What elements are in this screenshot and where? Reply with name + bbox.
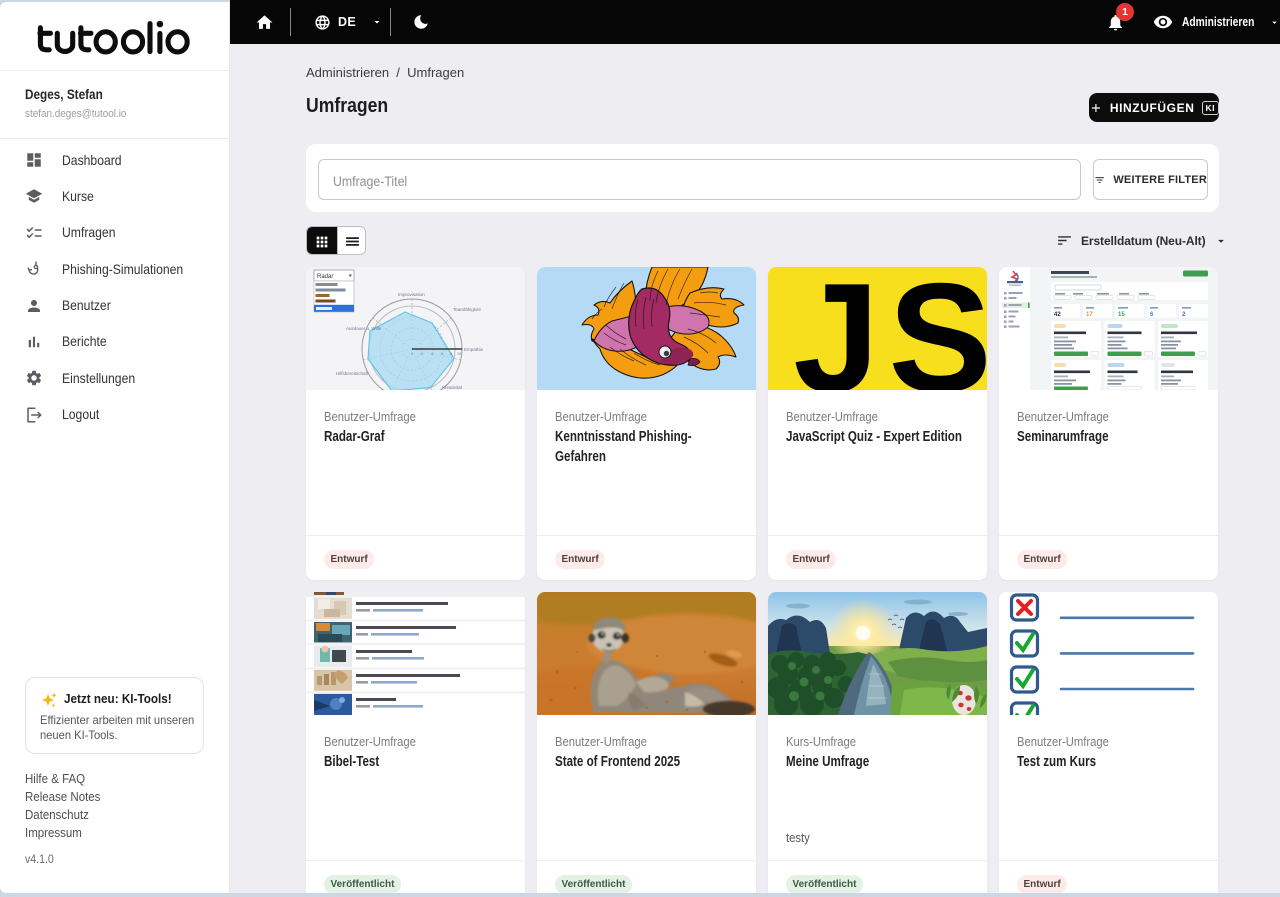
svg-text:4: 4 xyxy=(431,352,433,356)
svg-text:Radar: Radar xyxy=(317,274,333,280)
svg-text:8: 8 xyxy=(450,352,452,356)
svg-text:15: 15 xyxy=(1118,312,1125,318)
svg-text:17: 17 xyxy=(1086,312,1093,318)
svg-text:Empathie: Empathie xyxy=(464,347,484,352)
svg-text:6: 6 xyxy=(441,352,443,356)
svg-text:10: 10 xyxy=(457,352,461,356)
svg-text:JS: JS xyxy=(793,267,987,390)
svg-text:Teamfähigkeit: Teamfähigkeit xyxy=(453,307,482,312)
svg-text:Improvisation: Improvisation xyxy=(398,292,425,297)
svg-text:2: 2 xyxy=(421,352,423,356)
svg-text:Kreativität: Kreativität xyxy=(442,385,463,390)
svg-text:0: 0 xyxy=(411,352,413,356)
svg-text:42: 42 xyxy=(1054,312,1061,318)
svg-text:Hilfsbereitschaft: Hilfsbereitschaft xyxy=(336,371,369,376)
svg-text:Ausdauer u. Wille: Ausdauer u. Wille xyxy=(346,326,382,331)
